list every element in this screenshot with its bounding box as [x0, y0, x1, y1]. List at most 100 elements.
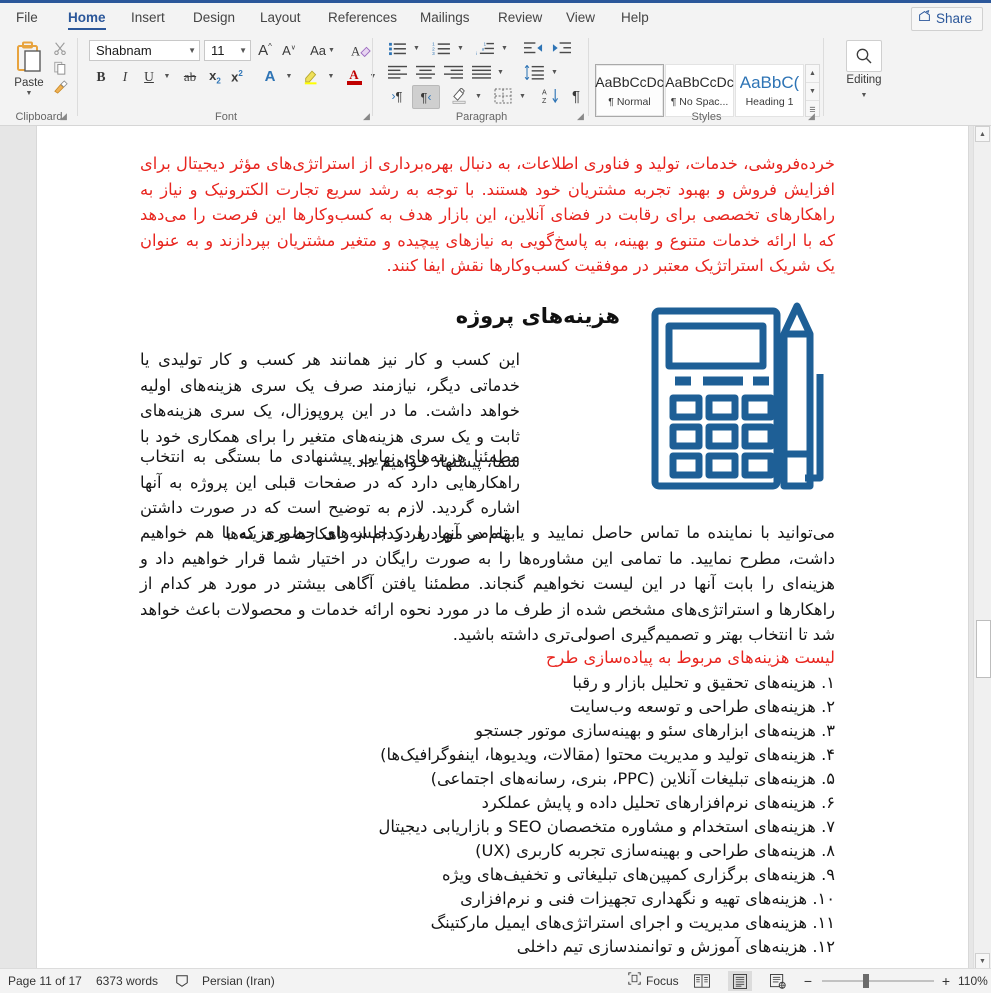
word-count[interactable]: 6373 words: [96, 969, 158, 993]
web-layout-button[interactable]: [766, 971, 790, 991]
decrease-indent-button[interactable]: [520, 37, 546, 59]
numbering-button[interactable]: 1 2 3: [428, 37, 454, 59]
list-item[interactable]: ۹. هزینه‌های برگزاری کمپین‌های تبلیغاتی …: [140, 863, 835, 887]
scroll-down-icon[interactable]: ▼: [975, 953, 990, 969]
style-no-spacing[interactable]: AaBbCcDc ¶ No Spac...: [665, 64, 734, 117]
read-mode-button[interactable]: [690, 971, 714, 991]
tab-file[interactable]: File: [8, 3, 46, 32]
proofing-errors-icon[interactable]: [172, 969, 192, 993]
chevron-down-icon[interactable]: ▼: [26, 90, 33, 97]
format-painter-button[interactable]: [50, 78, 70, 97]
tab-mailings[interactable]: Mailings: [412, 3, 478, 32]
bullets-options-button[interactable]: ▼: [410, 37, 423, 59]
document-canvas[interactable]: خرده‌فروشی، خدمات، تولید و فناوری اطلاعا…: [0, 126, 991, 969]
zoom-level[interactable]: 110%: [958, 969, 988, 993]
align-center-button[interactable]: [412, 61, 438, 83]
increase-font-size-button[interactable]: A^: [254, 40, 276, 61]
zoom-slider-track[interactable]: [822, 980, 934, 982]
highlight-options-button[interactable]: ▼: [324, 66, 338, 87]
justify-button[interactable]: [468, 61, 494, 83]
list-item[interactable]: ۱۱. هزینه‌های مدیریت و اجرای استراتژی‌ها…: [140, 911, 835, 935]
editing-chevron-button[interactable]: ▼: [854, 89, 874, 102]
decrease-font-size-button[interactable]: A∨: [278, 40, 300, 61]
list-heading[interactable]: لیست هزینه‌های مربوط به پیاده‌سازی طرح: [140, 645, 835, 671]
style-heading-1[interactable]: AaBbC( Heading 1: [735, 64, 804, 117]
multilevel-options-button[interactable]: ▼: [498, 37, 511, 59]
document-page[interactable]: خرده‌فروشی، خدمات، تولید و فناوری اطلاعا…: [37, 126, 968, 969]
heading-project-costs[interactable]: هزینه‌های پروژه: [140, 301, 620, 331]
list-item[interactable]: ۴. هزینه‌های تولید و مدیریت محتوا (مقالا…: [140, 743, 835, 767]
borders-button[interactable]: [490, 85, 516, 107]
clipboard-dialog-launcher-icon[interactable]: ◢: [60, 111, 67, 122]
zoom-slider-thumb[interactable]: [863, 974, 869, 988]
underline-options-button[interactable]: ▼: [160, 66, 174, 87]
copy-button[interactable]: [50, 58, 70, 77]
strikethrough-button[interactable]: ab: [178, 66, 202, 87]
language-indicator[interactable]: Persian (Iran): [202, 969, 275, 993]
font-name-combo[interactable]: Shabnam ▼: [89, 40, 200, 61]
underline-button[interactable]: U: [138, 66, 160, 87]
page-indicator[interactable]: Page 11 of 17: [8, 969, 82, 993]
tab-help[interactable]: Help: [613, 3, 657, 32]
vertical-scrollbar[interactable]: ▲ ▼: [973, 126, 991, 969]
cut-button[interactable]: [50, 38, 70, 57]
text-effects-options-button[interactable]: ▼: [282, 66, 296, 87]
italic-button[interactable]: I: [114, 66, 136, 87]
styles-scroll-up-icon[interactable]: ▲: [806, 65, 819, 82]
zoom-in-button[interactable]: +: [938, 969, 954, 993]
text-effects-button[interactable]: A: [258, 66, 282, 87]
bullets-button[interactable]: [384, 37, 410, 59]
left-to-right-button[interactable]: › ¶: [384, 85, 410, 107]
shading-options-button[interactable]: ▼: [472, 85, 485, 107]
line-spacing-button[interactable]: [520, 61, 548, 83]
numbering-options-button[interactable]: ▼: [454, 37, 467, 59]
subscript-button[interactable]: x2: [204, 66, 226, 87]
styles-scroll-down-icon[interactable]: ▼: [806, 82, 819, 100]
scroll-up-icon[interactable]: ▲: [975, 126, 990, 142]
font-color-button[interactable]: A: [342, 66, 366, 87]
multilevel-list-button[interactable]: 1 a i: [472, 37, 498, 59]
tab-design[interactable]: Design: [185, 3, 243, 32]
list-item[interactable]: ۱۰. هزینه‌های تهیه و نگهداری تجهیزات فنی…: [140, 887, 835, 911]
zoom-out-button[interactable]: −: [800, 969, 816, 993]
shading-button[interactable]: [446, 85, 472, 107]
paragraph-intro[interactable]: خرده‌فروشی، خدمات، تولید و فناوری اطلاعا…: [140, 151, 835, 279]
paragraph-costs-3[interactable]: می‌توانید با نماینده ما تماس حاصل نمایید…: [140, 520, 835, 648]
align-left-button[interactable]: [384, 61, 410, 83]
alignment-options-button[interactable]: ▼: [494, 61, 507, 83]
list-item[interactable]: ۸. هزینه‌های طراحی و بهینه‌سازی تجربه کا…: [140, 839, 835, 863]
chevron-down-icon[interactable]: ▼: [235, 46, 247, 55]
formatting-marks-button[interactable]: ¶: [565, 85, 587, 107]
paragraph-dialog-launcher-icon[interactable]: ◢: [577, 111, 584, 122]
right-to-left-button[interactable]: ¶ ‹: [412, 85, 440, 109]
tab-home[interactable]: Home: [60, 3, 114, 32]
styles-gallery-scrollbar[interactable]: ▲ ▼ ☰: [805, 64, 820, 117]
focus-mode-button[interactable]: Focus: [628, 969, 679, 993]
editing-button[interactable]: [846, 40, 882, 72]
styles-dialog-launcher-icon[interactable]: ◢: [808, 111, 815, 122]
change-case-button[interactable]: Aa ▼: [306, 40, 339, 61]
tab-view[interactable]: View: [558, 3, 603, 32]
line-spacing-options-button[interactable]: ▼: [548, 61, 561, 83]
tab-references[interactable]: References: [320, 3, 405, 32]
clear-formatting-button[interactable]: A: [348, 40, 374, 61]
share-button[interactable]: Share: [910, 7, 983, 31]
borders-options-button[interactable]: ▼: [516, 85, 529, 107]
list-item[interactable]: ۶. هزینه‌های نرم‌افزارهای تحلیل داده و پ…: [140, 791, 835, 815]
tab-insert[interactable]: Insert: [123, 3, 173, 32]
list-item[interactable]: ۳. هزینه‌های ابزارهای سئو و بهینه‌سازی م…: [140, 719, 835, 743]
style-normal[interactable]: AaBbCcDc ¶ Normal: [595, 64, 664, 117]
paste-button[interactable]: Paste ▼: [8, 38, 50, 100]
bold-button[interactable]: B: [90, 66, 112, 87]
tab-review[interactable]: Review: [490, 3, 550, 32]
tab-layout[interactable]: Layout: [252, 3, 309, 32]
list-item[interactable]: ۵. هزینه‌های تبلیغات آنلاین (PPC، بنری، …: [140, 767, 835, 791]
list-item[interactable]: ۱. هزینه‌های تحقیق و تحلیل بازار و رقبا: [140, 671, 835, 695]
list-item[interactable]: ۷. هزینه‌های استخدام و مشاوره متخصصان SE…: [140, 815, 835, 839]
align-right-button[interactable]: [440, 61, 466, 83]
list-item[interactable]: ۲. هزینه‌های طراحی و توسعه وب‌سایت: [140, 695, 835, 719]
superscript-button[interactable]: x2: [226, 66, 248, 87]
text-highlight-button[interactable]: [300, 66, 324, 87]
font-dialog-launcher-icon[interactable]: ◢: [363, 111, 370, 122]
chevron-down-icon[interactable]: ▼: [184, 46, 196, 55]
